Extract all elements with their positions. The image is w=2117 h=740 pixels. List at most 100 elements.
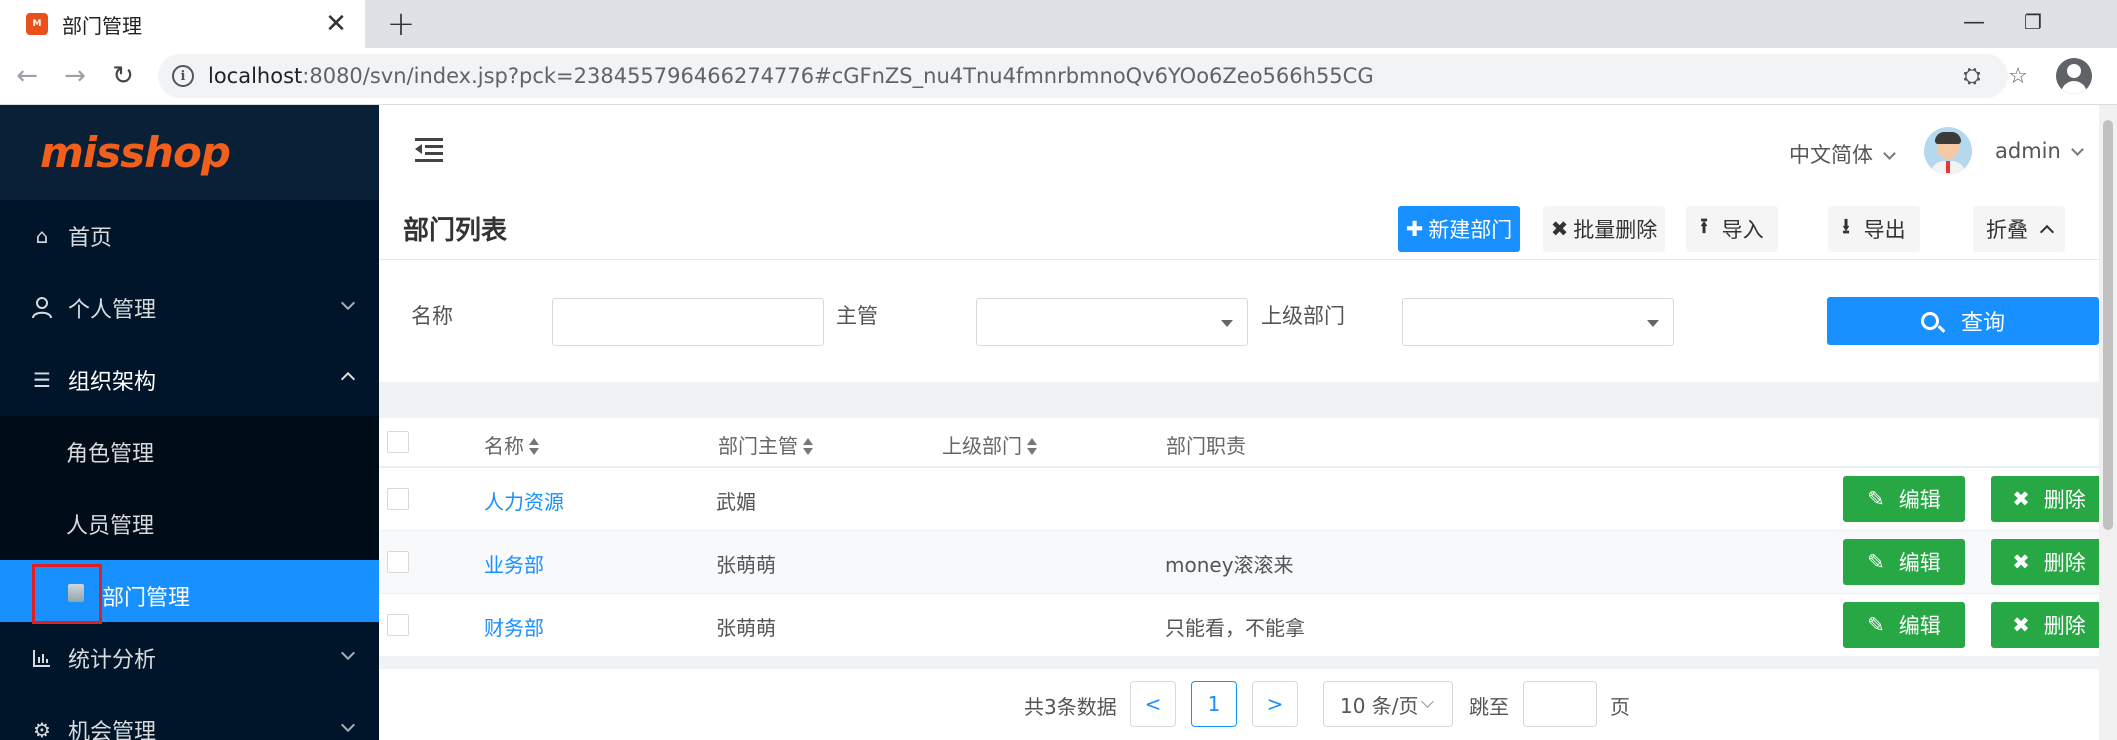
misshop-logo: misshop [40, 128, 231, 177]
fold-button[interactable]: 折叠 [1973, 206, 2065, 252]
department-name-link[interactable]: 人力资源 [484, 486, 564, 515]
tab-close-icon[interactable]: ✕ [321, 9, 351, 39]
import-button[interactable]: ⭱ 导入 [1686, 206, 1778, 252]
restore-icon[interactable]: ❐ [2003, 2, 2063, 42]
prev-page-button[interactable]: < [1130, 681, 1176, 727]
department-name-link[interactable]: 业务部 [484, 549, 544, 578]
table-row: 财务部 张萌萌 只能看，不能拿 ✎ 编辑 ✖ 删除 [379, 594, 2107, 657]
profile-avatar-icon[interactable] [2056, 58, 2092, 94]
department-table: 名称 部门主管 上级部门 部门职责 人力资源 武媚 ✎ 编辑 ✖ 删除 业务部 张萌… [379, 418, 2107, 657]
row-checkbox[interactable] [387, 614, 409, 636]
column-header-manager[interactable]: 部门主管 [718, 430, 814, 459]
page-title: 部门列表 [403, 216, 508, 246]
column-header-duty: 部门职责 [1166, 434, 1246, 458]
organization-submenu: 角色管理 人员管理 部门管理 [0, 416, 379, 624]
browser-tab-bar: M 部门管理 ✕ + — ❐ [0, 0, 2117, 48]
delete-button[interactable]: ✖ 删除 [1991, 602, 2107, 648]
highlight-box [32, 564, 102, 624]
name-input[interactable] [552, 298, 824, 346]
gear-icon: ⚙ [33, 718, 51, 740]
delete-button[interactable]: ✖ 删除 [1991, 539, 2107, 585]
column-header-parent[interactable]: 上级部门 [942, 430, 1038, 459]
sidebar-item-home[interactable]: ⌂ 首页 [0, 200, 379, 272]
translate-icon[interactable]: ⛭ [1958, 62, 1986, 90]
button-label: 批量删除 [1573, 218, 1658, 242]
department-manager: 张萌萌 [716, 616, 776, 640]
back-arrow-icon[interactable]: ← [8, 57, 46, 95]
column-header-name[interactable]: 名称 [484, 430, 540, 459]
search-form: 名称 主管 上级部门 查询 [379, 260, 2099, 382]
search-icon [1920, 312, 1939, 330]
button-label: 查询 [1960, 311, 2005, 336]
search-button[interactable]: 查询 [1827, 297, 2099, 345]
select-all-checkbox[interactable] [387, 431, 409, 453]
language-label: 中文简体 [1789, 143, 1873, 167]
department-manager: 武媚 [716, 490, 756, 514]
button-label: 导出 [1863, 218, 1906, 242]
edit-button[interactable]: ✎ 编辑 [1843, 602, 1965, 648]
button-label: 新建部门 [1428, 218, 1513, 242]
bar-chart-icon [30, 646, 54, 670]
edit-icon: ✎ [1867, 550, 1885, 574]
sidebar-item-label: 组织架构 [68, 370, 157, 395]
sidebar-item-statistics[interactable]: 统计分析 [0, 622, 379, 694]
jump-label: 跳至 [1469, 695, 1509, 719]
batch-delete-button[interactable]: ✖ 批量删除 [1543, 206, 1665, 252]
page-size-label: 10 条/页 [1340, 693, 1419, 718]
page-size-select[interactable]: 10 条/页 [1323, 681, 1453, 727]
next-page-button[interactable]: > [1252, 681, 1298, 727]
edit-button[interactable]: ✎ 编辑 [1843, 539, 1965, 585]
department-duty: money滚滚来 [1165, 553, 1294, 577]
address-bar: ← → ↻ i localhost:8080/svn/index.jsp?pck… [0, 48, 2117, 105]
sort-icon [1026, 438, 1038, 456]
row-checkbox[interactable] [387, 488, 409, 510]
sidebar-item-label: 统计分析 [68, 648, 157, 673]
page-unit-label: 页 [1610, 695, 1630, 719]
manager-select[interactable] [976, 298, 1248, 346]
user-dropdown[interactable]: admin [1995, 139, 2084, 163]
panel-header: 部门列表 ✚ 新建部门 ✖ 批量删除 ⭱ 导入 ⭳ 导出 折叠 [379, 200, 2099, 260]
edit-button[interactable]: ✎ 编辑 [1843, 476, 1965, 522]
username-label: admin [1995, 139, 2061, 163]
upload-icon: ⭱ [1700, 213, 1708, 238]
page-1-button[interactable]: 1 [1191, 681, 1237, 727]
forward-arrow-icon[interactable]: → [56, 57, 94, 95]
url-input[interactable]: i localhost:8080/svn/index.jsp?pck=23845… [158, 54, 2028, 98]
browser-tab[interactable]: M 部门管理 ✕ [0, 0, 365, 48]
new-tab-button[interactable]: + [383, 4, 419, 44]
sidebar-item-label: 角色管理 [66, 442, 155, 467]
language-dropdown[interactable]: 中文简体 [1789, 139, 1896, 169]
logo-area: misshop [0, 105, 379, 200]
sidebar-item-departments[interactable]: 部门管理 [0, 560, 379, 624]
row-checkbox[interactable] [387, 551, 409, 573]
delete-button[interactable]: ✖ 删除 [1991, 476, 2107, 522]
department-name-link[interactable]: 财务部 [484, 612, 544, 641]
sidebar-item-organization[interactable]: ☰ 组织架构 [0, 344, 379, 416]
main-header: 中文简体 admin [379, 105, 2117, 200]
sidebar-item-label: 首页 [68, 226, 113, 251]
menu-fold-icon[interactable] [415, 138, 443, 162]
export-button[interactable]: ⭳ 导出 [1828, 206, 1920, 252]
jump-page-input[interactable] [1523, 681, 1597, 727]
new-department-button[interactable]: ✚ 新建部门 [1398, 206, 1520, 252]
parent-department-select[interactable] [1402, 298, 1674, 346]
avatar[interactable] [1924, 127, 1972, 175]
pagination: 共3条数据 < 1 > 10 条/页 跳至 页 [379, 669, 2099, 740]
table-row: 人力资源 武媚 ✎ 编辑 ✖ 删除 [379, 468, 2107, 531]
chevron-down-icon [341, 720, 353, 732]
chevron-up-icon [2039, 224, 2055, 240]
info-icon[interactable]: i [172, 65, 194, 87]
sidebar-item-staff[interactable]: 人员管理 [0, 488, 379, 560]
misshop-favicon-icon: M [26, 13, 48, 35]
menu-icon: ☰ [33, 368, 51, 392]
sidebar-item-label: 机会管理 [68, 720, 157, 740]
close-icon: ✖ [2012, 613, 2030, 637]
minimize-icon[interactable]: — [1944, 2, 2004, 42]
reload-icon[interactable]: ↻ [104, 57, 142, 95]
scrollbar-thumb[interactable] [2103, 120, 2113, 530]
sidebar-item-personal[interactable]: 个人管理 [0, 272, 379, 344]
department-duty: 只能看，不能拿 [1165, 616, 1305, 640]
sidebar-item-opportunity[interactable]: ⚙ 机会管理 [0, 694, 379, 740]
sidebar-item-roles[interactable]: 角色管理 [0, 416, 379, 488]
star-icon[interactable]: ☆ [2004, 62, 2032, 90]
